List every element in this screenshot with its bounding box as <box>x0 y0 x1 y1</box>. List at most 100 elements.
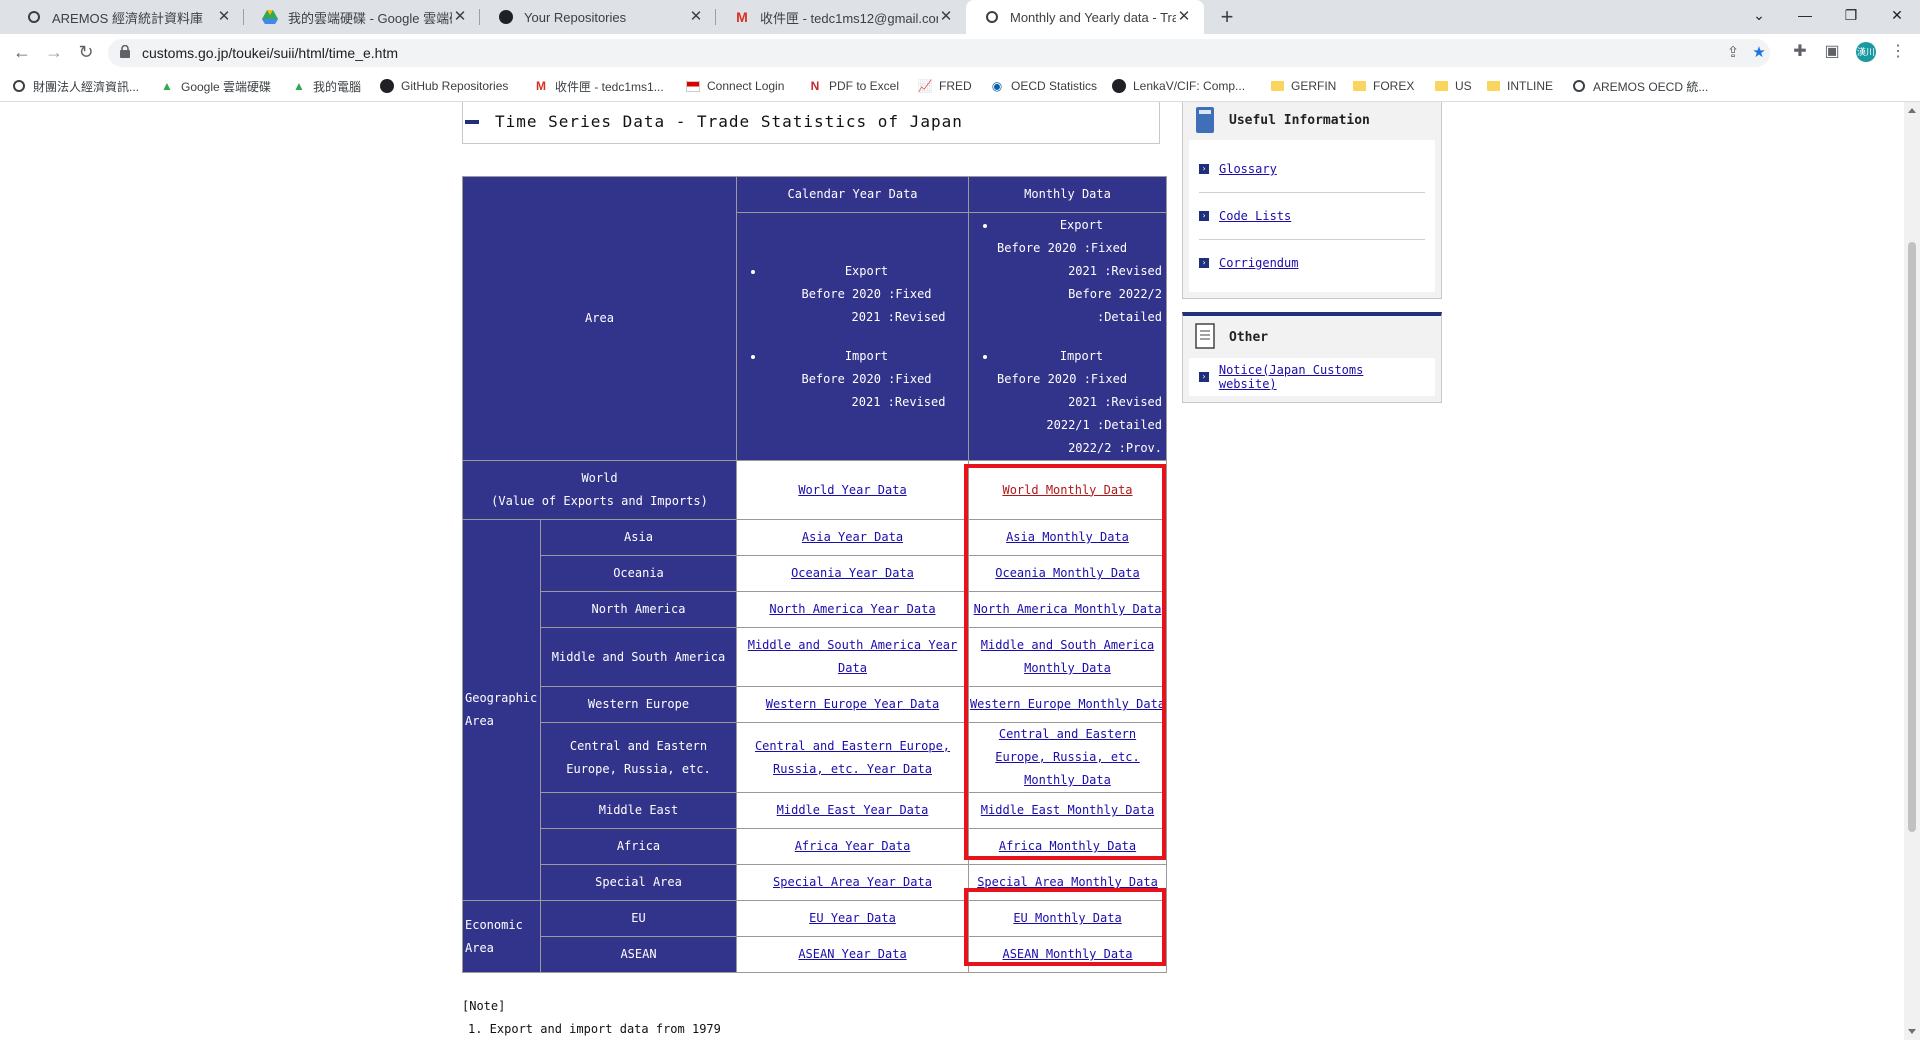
tab-search-icon[interactable]: ⌄ <box>1736 0 1782 34</box>
close-icon[interactable]: ✕ <box>1176 9 1192 25</box>
africa-year-link[interactable]: Africa Year Data <box>795 839 911 853</box>
eu-year-link[interactable]: EU Year Data <box>809 911 896 925</box>
tab-title: Monthly and Yearly data - Trade <box>1010 9 1176 25</box>
arrow-right-icon: › <box>1199 211 1209 221</box>
browser-tab-active[interactable]: Monthly and Yearly data - Trade ✕ <box>966 0 1204 34</box>
panel-title: Other <box>1229 329 1269 345</box>
bookmark-item[interactable]: Connect Login <box>686 70 784 102</box>
sidebar-link-corrigendum[interactable]: › Corrigendum <box>1199 240 1425 286</box>
bookmark-item[interactable]: N PDF to Excel <box>808 70 899 102</box>
reload-button[interactable]: ↻ <box>74 40 98 64</box>
central-eastern-europe-monthly-link[interactable]: Central and Eastern Europe, Russia, etc.… <box>995 727 1140 787</box>
maximize-button[interactable]: ❐ <box>1828 0 1874 34</box>
north-america-year-link[interactable]: North America Year Data <box>769 602 935 616</box>
bookmark-label: FOREX <box>1373 79 1415 93</box>
link-label[interactable]: Code Lists <box>1219 209 1291 223</box>
bookmark-item[interactable]: ◉ OECD Statistics <box>990 70 1097 102</box>
close-icon[interactable]: ✕ <box>938 9 954 25</box>
bookmark-item[interactable]: AREMOS OECD 統... <box>1572 70 1708 102</box>
central-eastern-europe-year-link[interactable]: Central and Eastern Europe, Russia, etc.… <box>755 739 950 776</box>
western-europe-year-link[interactable]: Western Europe Year Data <box>766 697 939 711</box>
bookmark-label: GitHub Repositories <box>401 79 509 93</box>
north-america-monthly-link[interactable]: North America Monthly Data <box>974 602 1162 616</box>
close-icon[interactable]: ✕ <box>216 9 232 25</box>
bookmark-item[interactable]: ▲ 我的電腦 <box>292 70 361 102</box>
asean-year-link[interactable]: ASEAN Year Data <box>798 947 906 961</box>
special-area-monthly-link[interactable]: Special Area Monthly Data <box>977 875 1158 889</box>
bookmark-star-icon[interactable]: ★ <box>1750 45 1768 61</box>
oceania-monthly-link[interactable]: Oceania Monthly Data <box>995 566 1140 580</box>
area-label: Oceania <box>540 555 737 592</box>
bookmark-item[interactable]: M 收件匣 - tedc1ms1... <box>534 70 664 102</box>
link-label[interactable]: Corrigendum <box>1219 256 1298 270</box>
bookmark-folder[interactable]: US <box>1434 70 1472 102</box>
bookmark-item[interactable]: 財團法人經濟資訊... <box>12 70 139 102</box>
new-tab-button[interactable]: + <box>1214 4 1240 30</box>
world-year-link[interactable]: World Year Data <box>798 483 906 497</box>
bookmark-item[interactable]: GitHub Repositories <box>380 70 508 102</box>
eu-monthly-link[interactable]: EU Monthly Data <box>1013 911 1121 925</box>
link-label[interactable]: Notice(Japan Customs website) <box>1219 363 1425 391</box>
avatar[interactable]: 漢川 <box>1856 42 1876 62</box>
extensions-icon[interactable]: ✚ <box>1790 42 1810 62</box>
arrow-right-icon: › <box>1199 372 1209 382</box>
bookmark-folder[interactable]: INTLINE <box>1486 70 1553 102</box>
browser-tab[interactable]: 我的雲端硬碟 - Google 雲端硬碟 ✕ <box>244 0 480 34</box>
heading-bar-icon <box>465 120 479 124</box>
middle-south-america-monthly-link[interactable]: Middle and South America Monthly Data <box>981 638 1154 675</box>
url-text[interactable]: customs.go.jp/toukei/suii/html/time_e.ht… <box>142 45 398 61</box>
scroll-up-icon[interactable] <box>1908 108 1916 113</box>
sidebar-link-notice[interactable]: › Notice(Japan Customs website) <box>1199 363 1425 391</box>
asia-monthly-link[interactable]: Asia Monthly Data <box>1006 530 1129 544</box>
note-line: Before 2022/2 :Detailed <box>1068 286 1162 324</box>
bookmark-item[interactable]: 📈 FRED <box>918 70 972 102</box>
sidebar-link-glossary[interactable]: › Glossary <box>1199 146 1425 193</box>
header-monthly: Monthly Data <box>968 176 1167 213</box>
link-label[interactable]: Glossary <box>1219 162 1277 176</box>
oecd-icon: ◉ <box>991 79 1003 93</box>
back-button[interactable]: ← <box>10 40 34 64</box>
bookmark-folder[interactable]: FOREX <box>1352 70 1414 102</box>
share-icon[interactable]: ⇪ <box>1724 45 1742 61</box>
folder-icon <box>1352 79 1366 93</box>
africa-monthly-link[interactable]: Africa Monthly Data <box>999 839 1136 853</box>
sidebar-link-code-lists[interactable]: › Code Lists <box>1199 193 1425 240</box>
side-panel-icon[interactable]: ▣ <box>1822 42 1842 62</box>
bookmark-item[interactable]: ▲ Google 雲端硬碟 <box>160 70 271 102</box>
browser-tab[interactable]: M 收件匣 - tedc1ms12@gmail.com ✕ <box>716 0 966 34</box>
arrow-right-icon: › <box>1199 258 1209 268</box>
monthly-data-cell: North America Monthly Data <box>968 591 1167 628</box>
page-scrollbar[interactable] <box>1904 102 1920 1040</box>
middle-south-america-year-link[interactable]: Middle and South America Year Data <box>748 638 958 675</box>
special-area-year-link[interactable]: Special Area Year Data <box>773 875 932 889</box>
middle-east-monthly-link[interactable]: Middle East Monthly Data <box>981 803 1154 817</box>
note-line: Before 2020 :Fixed <box>801 286 932 301</box>
folder-icon <box>1486 79 1500 93</box>
close-icon[interactable]: ✕ <box>688 9 704 25</box>
address-bar[interactable]: customs.go.jp/toukei/suii/html/time_e.ht… <box>108 39 1770 67</box>
asean-monthly-link[interactable]: ASEAN Monthly Data <box>1002 947 1132 961</box>
bookmark-item[interactable]: LenkaV/CIF: Comp... <box>1112 70 1245 102</box>
monthly-data-cell: EU Monthly Data <box>968 900 1167 937</box>
pdf-icon: N <box>810 79 820 93</box>
monthly-data-cell: Middle East Monthly Data <box>968 792 1167 829</box>
window-close-button[interactable]: ✕ <box>1874 0 1920 34</box>
bookmark-folder[interactable]: GERFIN <box>1270 70 1336 102</box>
western-europe-monthly-link[interactable]: Western Europe Monthly Data <box>970 697 1165 711</box>
area-world: World (Value of Exports and Imports) <box>462 460 737 520</box>
browser-tab[interactable]: Your Repositories ✕ <box>480 0 716 34</box>
middle-east-year-link[interactable]: Middle East Year Data <box>777 803 929 817</box>
year-data-cell: Middle East Year Data <box>736 792 969 829</box>
scroll-down-icon[interactable] <box>1908 1029 1916 1034</box>
minimize-button[interactable]: — <box>1782 0 1828 34</box>
oceania-year-link[interactable]: Oceania Year Data <box>791 566 914 580</box>
asia-year-link[interactable]: Asia Year Data <box>802 530 903 544</box>
lock-icon[interactable] <box>120 44 130 63</box>
menu-icon[interactable]: ⋮ <box>1888 42 1908 62</box>
forward-button[interactable]: → <box>42 40 66 64</box>
browser-tab[interactable]: AREMOS 經濟統計資料庫 ✕ <box>8 0 244 34</box>
scrollbar-thumb[interactable] <box>1908 242 1916 832</box>
google-drive-icon <box>262 9 278 25</box>
close-icon[interactable]: ✕ <box>452 9 468 25</box>
world-monthly-link[interactable]: World Monthly Data <box>1002 483 1132 497</box>
